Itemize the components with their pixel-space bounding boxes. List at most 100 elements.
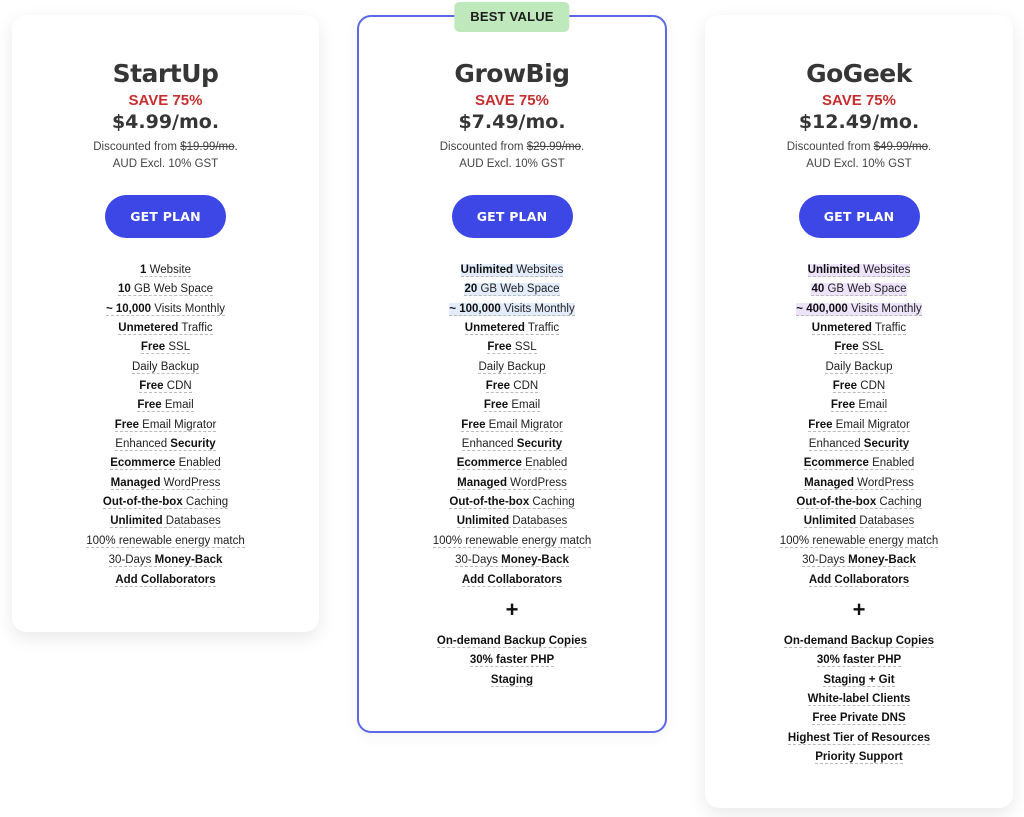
extra-feature-tooltip-trigger[interactable]: Highest Tier of Resources — [787, 731, 931, 745]
feature-tooltip-trigger[interactable]: Unmetered Traffic — [811, 322, 907, 336]
feature-tooltip-trigger[interactable]: Free CDN — [139, 380, 192, 394]
extra-feature-list: On-demand Backup Copies 30% faster PHP Sta… — [359, 632, 665, 690]
feature-tooltip-trigger[interactable]: ~ 10,000 Visits Monthly — [105, 302, 226, 316]
feature-tooltip-trigger[interactable]: 1 Website — [140, 264, 191, 277]
get-plan-button[interactable]: GET PLAN — [105, 195, 226, 238]
feature-tooltip-trigger[interactable]: Free CDN — [832, 380, 886, 394]
extra-feature-item: Staging + Git — [705, 671, 1013, 690]
feature-tooltip-trigger[interactable]: Managed WordPress — [804, 476, 914, 490]
feature-tooltip-trigger[interactable]: Free Email — [830, 399, 888, 413]
feature-tooltip-trigger[interactable]: Free Email — [137, 399, 194, 413]
feature-highlight: Security — [170, 438, 216, 451]
feature-tooltip-trigger[interactable]: ~ 100,000 Visits Monthly — [449, 302, 575, 316]
feature-item: Daily Backup — [12, 358, 319, 377]
feature-item: Enhanced Security — [359, 435, 665, 454]
feature-tooltip-trigger[interactable]: Unmetered Traffic — [118, 322, 213, 336]
extra-feature-tooltip-trigger[interactable]: 30% faster PHP — [469, 654, 555, 668]
feature-tooltip-trigger[interactable]: 30-Days Money-Back — [108, 554, 223, 568]
feature-tooltip-trigger[interactable]: Free Email Migrator — [461, 418, 563, 432]
feature-text: 100% renewable energy match — [432, 534, 592, 547]
feature-tooltip-trigger[interactable]: Enhanced Security — [461, 438, 563, 452]
feature-text: Email Migrator — [138, 418, 217, 431]
feature-tooltip-trigger[interactable]: 100% renewable energy match — [779, 534, 939, 548]
get-plan-button[interactable]: GET PLAN — [451, 195, 573, 238]
feature-tooltip-trigger[interactable]: Add Collaborators — [461, 573, 563, 587]
extra-feature-tooltip-trigger[interactable]: Priority Support — [815, 750, 903, 764]
feature-tooltip-trigger[interactable]: Out-of-the-box Caching — [796, 496, 922, 510]
feature-tooltip-trigger[interactable]: Ecommerce Enabled — [803, 457, 915, 471]
feature-tooltip-trigger[interactable]: Ecommerce Enabled — [456, 457, 568, 471]
feature-tooltip-trigger[interactable]: 30-Days Money-Back — [802, 554, 916, 568]
extra-feature-tooltip-trigger[interactable]: Staging — [490, 673, 534, 687]
feature-item: Free SSL — [359, 338, 665, 357]
feature-tooltip-trigger[interactable]: 40 GB Web Space — [811, 283, 907, 297]
feature-tooltip-trigger[interactable]: 100% renewable energy match — [432, 534, 592, 548]
feature-tooltip-trigger[interactable]: Out-of-the-box Caching — [102, 496, 229, 510]
feature-tooltip-trigger[interactable]: 30-Days Money-Back — [455, 554, 569, 568]
feature-item: Unlimited Websites — [359, 261, 665, 280]
save-label: SAVE 75% — [128, 92, 203, 109]
feature-tooltip-trigger[interactable]: Managed WordPress — [110, 476, 221, 490]
feature-tooltip-trigger[interactable]: Free Email Migrator — [808, 418, 910, 432]
feature-tooltip-trigger[interactable]: Free SSL — [834, 341, 884, 355]
feature-tooltip-trigger[interactable]: Add Collaborators — [808, 573, 910, 587]
feature-text: SSL — [165, 341, 191, 354]
feature-text: GB Web Space — [130, 283, 214, 296]
feature-tooltip-trigger[interactable]: Unlimited Databases — [456, 515, 568, 529]
discount-suffix: . — [581, 141, 585, 153]
extra-feature-tooltip-trigger[interactable]: Free Private DNS — [812, 712, 906, 726]
feature-item: Ecommerce Enabled — [705, 454, 1013, 473]
feature-tooltip-trigger[interactable]: Daily Backup — [478, 360, 546, 374]
feature-highlight: Unlimited — [803, 515, 857, 528]
feature-tooltip-trigger[interactable]: Unlimited Websites — [807, 264, 911, 277]
gst-note: AUD Excl. 10% GST — [806, 158, 912, 170]
feature-tooltip-trigger[interactable]: Unlimited Websites — [460, 264, 564, 277]
feature-item: 1 Website — [12, 261, 319, 280]
feature-tooltip-trigger[interactable]: Daily Backup — [131, 360, 200, 374]
feature-tooltip-trigger[interactable]: Daily Backup — [825, 360, 893, 374]
feature-highlight: Security — [863, 438, 910, 451]
feature-tooltip-trigger[interactable]: Free Email Migrator — [114, 418, 217, 432]
feature-text: Visits Monthly — [151, 302, 226, 315]
feature-tooltip-trigger[interactable]: Enhanced Security — [808, 438, 910, 452]
feature-tooltip-trigger[interactable]: Unmetered Traffic — [464, 322, 560, 336]
feature-tooltip-trigger[interactable]: Unlimited Databases — [110, 515, 221, 529]
feature-highlight: 10 — [117, 283, 131, 296]
feature-item: Out-of-the-box Caching — [359, 493, 665, 512]
feature-highlight: ~ 100,000 — [449, 302, 501, 315]
feature-tooltip-trigger[interactable]: 20 GB Web Space — [464, 283, 560, 297]
extra-feature-tooltip-trigger[interactable]: 30% faster PHP — [816, 654, 902, 668]
feature-tooltip-trigger[interactable]: Out-of-the-box Caching — [449, 496, 575, 510]
feature-highlight: Security — [516, 438, 563, 451]
feature-highlight: Free — [832, 380, 858, 393]
extra-feature-tooltip-trigger[interactable]: On-demand Backup Copies — [783, 634, 935, 648]
feature-text: Traffic — [178, 322, 213, 335]
feature-tooltip-trigger[interactable]: 10 GB Web Space — [117, 283, 214, 297]
feature-tooltip-trigger[interactable]: Managed WordPress — [457, 476, 567, 490]
feature-text: GB Web Space — [477, 283, 560, 296]
feature-text: Caching — [182, 496, 229, 509]
extra-feature-tooltip-trigger[interactable]: On-demand Backup Copies — [436, 634, 588, 648]
feature-tooltip-trigger[interactable]: Free SSL — [487, 341, 537, 355]
get-plan-button[interactable]: GET PLAN — [798, 195, 920, 238]
feature-tooltip-trigger[interactable]: Unlimited Databases — [803, 515, 915, 529]
feature-highlight: Free — [140, 341, 166, 354]
feature-tooltip-trigger[interactable]: Ecommerce Enabled — [110, 457, 221, 471]
extra-feature-tooltip-trigger[interactable]: White-label Clients — [807, 692, 911, 706]
plan-card-gogeek: GoGeek SAVE 75% $12.49/mo. Discounted from … — [705, 15, 1013, 808]
feature-text: Databases — [856, 515, 915, 528]
feature-tooltip-trigger[interactable]: Enhanced Security — [115, 438, 216, 452]
feature-tooltip-trigger[interactable]: 100% renewable energy match — [86, 534, 245, 548]
feature-text: Website — [146, 264, 191, 276]
feature-tooltip-trigger[interactable]: Add Collaborators — [115, 573, 216, 587]
extra-feature-item: 30% faster PHP — [705, 651, 1013, 670]
feature-tooltip-trigger[interactable]: Free Email — [483, 399, 541, 413]
extra-feature-item: On-demand Backup Copies — [359, 632, 665, 651]
feature-tooltip-trigger[interactable]: Free CDN — [485, 380, 539, 394]
feature-text: Databases — [509, 515, 568, 528]
feature-prefix: Enhanced — [115, 438, 171, 451]
feature-prefix: 30-Days — [455, 554, 502, 567]
extra-feature-tooltip-trigger[interactable]: Staging + Git — [823, 673, 895, 687]
feature-tooltip-trigger[interactable]: Free SSL — [140, 341, 191, 355]
feature-tooltip-trigger[interactable]: ~ 400,000 Visits Monthly — [796, 302, 922, 316]
